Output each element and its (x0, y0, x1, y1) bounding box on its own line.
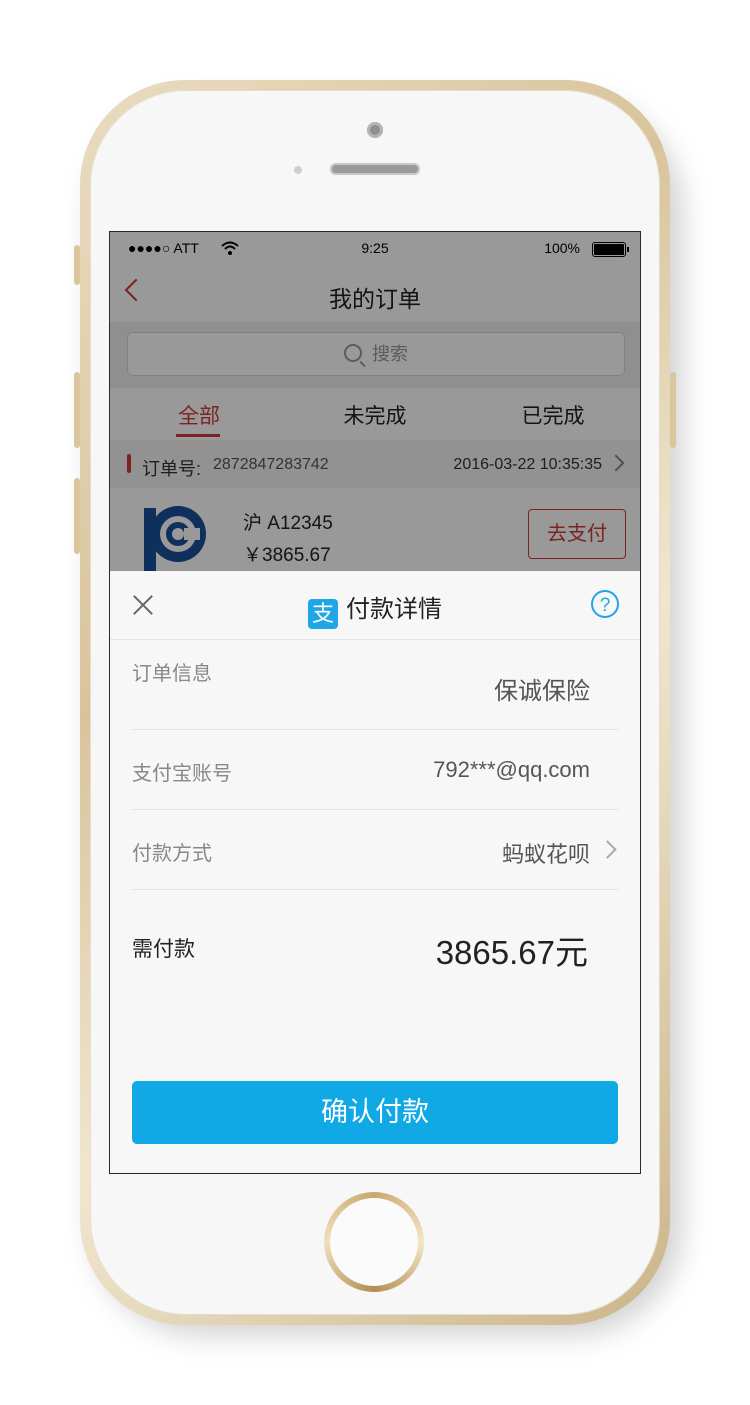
alipay-account-label: 支付宝账号 (132, 763, 232, 785)
sheet-title-text: 付款详情 (346, 596, 442, 623)
chevron-right-icon (598, 840, 617, 859)
alipay-icon: 支 (308, 599, 338, 629)
account-row: 支付宝账号 792***@qq.com (132, 729, 618, 810)
alipay-account-value: 792***@qq.com (433, 757, 590, 782)
order-info-label: 订单信息 (132, 663, 212, 685)
confirm-payment-button[interactable]: 确认付款 (132, 1081, 618, 1144)
phone-screen: ●●●●○ ATT 9:25 100% 我的订单 搜索 全部 未完成 已完成 订… (109, 231, 641, 1174)
help-icon[interactable]: ? (591, 590, 619, 618)
sensor-icon (294, 166, 302, 174)
power-button (670, 372, 676, 448)
volume-up-button (74, 372, 80, 448)
sheet-title: 支付款详情 (110, 589, 640, 629)
payment-details-sheet: 支付款详情 ? 订单信息 保诚保险 支付宝账号 792***@qq.com 付款… (110, 571, 640, 1173)
volume-down-button (74, 478, 80, 554)
payment-method-label: 付款方式 (132, 843, 212, 865)
front-camera-icon (367, 122, 383, 138)
home-button[interactable] (324, 1192, 424, 1292)
order-info-row: 订单信息 保诚保险 (132, 639, 618, 730)
mute-switch (74, 245, 80, 285)
amount-due-label: 需付款 (132, 938, 195, 961)
payment-method-value: 蚂蚁花呗 (501, 842, 590, 867)
amount-due-value: 3865.67元 (435, 934, 588, 971)
order-info-value: 保诚保险 (494, 678, 590, 705)
earpiece-speaker (330, 163, 420, 175)
payment-method-row[interactable]: 付款方式 蚂蚁花呗 (132, 809, 618, 890)
sheet-header: 支付款详情 ? (110, 571, 640, 640)
